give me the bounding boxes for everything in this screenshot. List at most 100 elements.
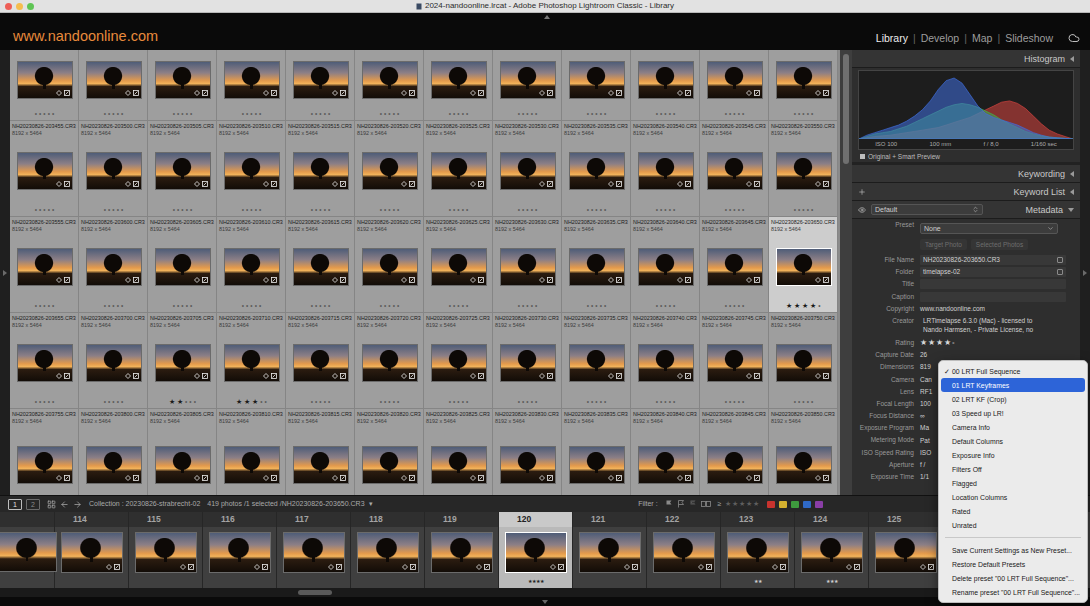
photo-thumbnail[interactable] (569, 446, 625, 484)
metadata-badge-icon[interactable] (470, 90, 476, 96)
dot-icon[interactable]: • (48, 206, 50, 214)
dot-icon[interactable]: • (324, 302, 326, 310)
dot-icon[interactable]: • (173, 206, 175, 214)
dot-icon[interactable]: • (311, 398, 313, 406)
metadata-badge-icon[interactable] (846, 564, 852, 570)
dot-icon[interactable]: • (190, 302, 192, 310)
scrollbar-thumb[interactable] (843, 54, 849, 164)
metadata-badge-icon[interactable] (746, 181, 752, 187)
photo-thumbnail[interactable] (224, 446, 280, 484)
dot-icon[interactable]: • (729, 302, 731, 310)
dot-icon[interactable]: • (181, 110, 183, 118)
dot-icon[interactable]: • (255, 302, 257, 310)
metadata-badge-icon[interactable] (539, 277, 545, 283)
develop-badge-icon[interactable] (133, 373, 139, 379)
dot-icon[interactable]: • (462, 398, 464, 406)
metadata-badge-icon[interactable] (125, 277, 131, 283)
dot-icon[interactable]: • (449, 110, 451, 118)
dot-icon[interactable]: • (48, 110, 50, 118)
photo-thumbnail[interactable] (17, 446, 73, 484)
dot-icon[interactable]: • (729, 206, 731, 214)
develop-badge-icon[interactable] (202, 90, 208, 96)
close-button[interactable] (5, 3, 12, 10)
photo-thumbnail[interactable] (0, 532, 57, 572)
dot-icon[interactable]: • (669, 398, 671, 406)
metadata-badge-icon[interactable] (56, 181, 62, 187)
dot-icon[interactable]: • (587, 206, 589, 214)
photo-thumbnail[interactable] (362, 248, 418, 286)
photo-thumbnail[interactable] (224, 152, 280, 190)
develop-badge-icon[interactable] (271, 90, 277, 96)
metadata-badge-icon[interactable] (677, 181, 683, 187)
dot-icon[interactable]: • (802, 110, 804, 118)
filmstrip-cell[interactable]: 120★★★★ (499, 512, 573, 588)
dot-icon[interactable]: • (177, 206, 179, 214)
dot-icon[interactable]: • (52, 110, 54, 118)
photo-thumbnail[interactable] (638, 248, 694, 286)
metadata-badge-icon[interactable] (194, 277, 200, 283)
dot-icon[interactable]: • (108, 302, 110, 310)
dot-icon[interactable]: • (522, 110, 524, 118)
metadata-badge-icon[interactable] (263, 277, 269, 283)
photo-thumbnail[interactable] (431, 248, 487, 286)
color-label-chip[interactable] (767, 501, 775, 508)
cell-rating[interactable]: ••••• (288, 204, 353, 216)
grid-cell[interactable]: NH20230826-203605.CR38192 x 5464••••• (148, 217, 217, 313)
filmstrip-cell[interactable]: 121 (573, 512, 647, 588)
dot-icon[interactable]: • (393, 206, 395, 214)
develop-badge-icon[interactable] (478, 181, 484, 187)
grid-cell[interactable]: NH20230826-203815.CR38192 x 5464 (286, 409, 355, 495)
cell-rating[interactable]: ••••• (357, 300, 422, 312)
photo-thumbnail[interactable] (17, 152, 73, 190)
metadata-badge-icon[interactable] (401, 181, 407, 187)
dot-icon[interactable]: • (811, 206, 813, 214)
develop-badge-icon[interactable] (685, 475, 691, 481)
metadata-badge-icon[interactable] (332, 373, 338, 379)
grid-cell[interactable]: NH20230826-203755.CR38192 x 5464 (10, 409, 79, 495)
develop-badge-icon[interactable] (336, 564, 342, 570)
grid-cell[interactable]: NH20230826-203555.CR38192 x 5464••••• (10, 217, 79, 313)
dot-icon[interactable]: • (660, 302, 662, 310)
dot-icon[interactable]: • (664, 206, 666, 214)
dot-icon[interactable]: • (384, 110, 386, 118)
eye-icon[interactable] (858, 206, 866, 214)
develop-badge-icon[interactable] (271, 475, 277, 481)
dot-icon[interactable]: • (319, 206, 321, 214)
metadata-badge-icon[interactable] (815, 90, 821, 96)
develop-badge-icon[interactable] (616, 90, 622, 96)
preset-select[interactable]: None (920, 223, 1058, 234)
develop-badge-icon[interactable] (685, 277, 691, 283)
cell-rating[interactable]: ••••• (426, 300, 491, 312)
cell-rating[interactable]: ••••• (564, 108, 629, 120)
photo-thumbnail[interactable] (155, 344, 211, 382)
dot-icon[interactable]: • (315, 206, 317, 214)
develop-badge-icon[interactable] (478, 277, 484, 283)
minimize-button[interactable] (16, 3, 23, 10)
dot-icon[interactable]: • (324, 398, 326, 406)
dot-icon[interactable]: • (190, 206, 192, 214)
photo-thumbnail[interactable] (86, 344, 142, 382)
cell-rating[interactable]: ••••• (288, 108, 353, 120)
metadata-set-select[interactable]: Default (871, 204, 983, 215)
dot-icon[interactable]: • (104, 302, 106, 310)
dot-icon[interactable]: • (189, 398, 191, 406)
dot-icon[interactable]: • (328, 206, 330, 214)
develop-badge-icon[interactable] (64, 90, 70, 96)
dot-icon[interactable]: • (43, 206, 45, 214)
photo-thumbnail[interactable] (707, 61, 763, 99)
metadata-badge-icon[interactable] (815, 475, 821, 481)
dot-icon[interactable]: • (742, 398, 744, 406)
metadata-badge-icon[interactable] (332, 181, 338, 187)
dot-icon[interactable]: • (535, 206, 537, 214)
dot-icon[interactable]: • (600, 398, 602, 406)
dot-icon[interactable]: • (526, 110, 528, 118)
photo-thumbnail[interactable] (224, 248, 280, 286)
dot-icon[interactable]: • (742, 302, 744, 310)
develop-badge-icon[interactable] (823, 90, 829, 96)
dot-icon[interactable]: • (52, 398, 54, 406)
menu-item[interactable]: ✓00 LRT Full Sequence (941, 364, 1085, 378)
metadata-badge-icon[interactable] (401, 90, 407, 96)
dot-icon[interactable]: • (462, 206, 464, 214)
photo-thumbnail[interactable] (135, 532, 197, 573)
dot-icon[interactable]: • (807, 206, 809, 214)
